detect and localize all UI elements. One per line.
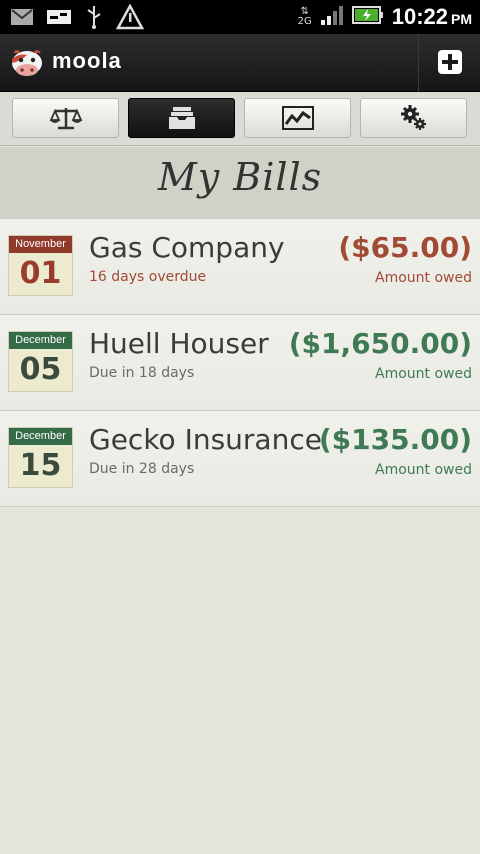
bill-amount: ($1,650.00) <box>288 327 472 360</box>
cow-logo-icon <box>12 50 42 76</box>
calendar-date-icon: November 01 <box>8 235 73 296</box>
tab-bills[interactable] <box>128 98 235 138</box>
bill-name: Huell Houser <box>89 327 269 360</box>
line-chart-icon <box>281 106 314 130</box>
bill-amount: ($135.00) <box>318 423 472 456</box>
page-header: My Bills <box>0 147 480 219</box>
bill-due-status: Due in 28 days <box>89 461 195 477</box>
battery-charging-icon <box>351 5 384 29</box>
bill-row[interactable]: December 05 Huell Houser Due in 18 days … <box>0 315 480 411</box>
tab-trends[interactable] <box>244 98 351 138</box>
calendar-date-icon: December 05 <box>8 331 73 392</box>
bill-name: Gas Company <box>89 231 285 264</box>
app-header: moola <box>0 34 480 92</box>
inbox-tray-icon <box>168 107 195 129</box>
amount-label: Amount owed <box>375 366 472 382</box>
page-title: My Bills <box>157 155 323 199</box>
clock: 10:22 PM <box>391 4 472 29</box>
signal-icon <box>320 4 344 30</box>
bill-due-status: 16 days overdue <box>89 269 207 285</box>
status-bar: ⇅ 2G 10:22 PM <box>0 0 480 34</box>
warning-icon <box>115 3 145 34</box>
bill-list: November 01 Gas Company 16 days overdue … <box>0 219 480 507</box>
bill-row[interactable]: November 01 Gas Company 16 days overdue … <box>0 219 480 315</box>
tab-balance[interactable] <box>12 98 119 138</box>
gmail-icon <box>10 7 34 31</box>
plus-icon <box>438 50 462 74</box>
add-bill-button[interactable] <box>418 34 480 92</box>
bill-name: Gecko Insurance <box>89 423 322 456</box>
network-type-icon: ⇅ 2G <box>297 6 312 27</box>
bill-due-status: Due in 18 days <box>89 365 195 381</box>
usb-icon <box>84 4 104 34</box>
scale-icon <box>49 108 82 130</box>
amount-label: Amount owed <box>375 462 472 478</box>
app-title: moola <box>52 48 122 73</box>
amount-label: Amount owed <box>375 270 472 286</box>
tab-bar <box>0 92 480 146</box>
bill-amount: ($65.00) <box>338 231 472 264</box>
voicemail-icon <box>46 7 72 31</box>
bill-row[interactable]: December 15 Gecko Insurance Due in 28 da… <box>0 411 480 507</box>
tab-settings[interactable] <box>360 98 467 138</box>
gears-icon <box>400 105 426 130</box>
calendar-date-icon: December 15 <box>8 427 73 488</box>
